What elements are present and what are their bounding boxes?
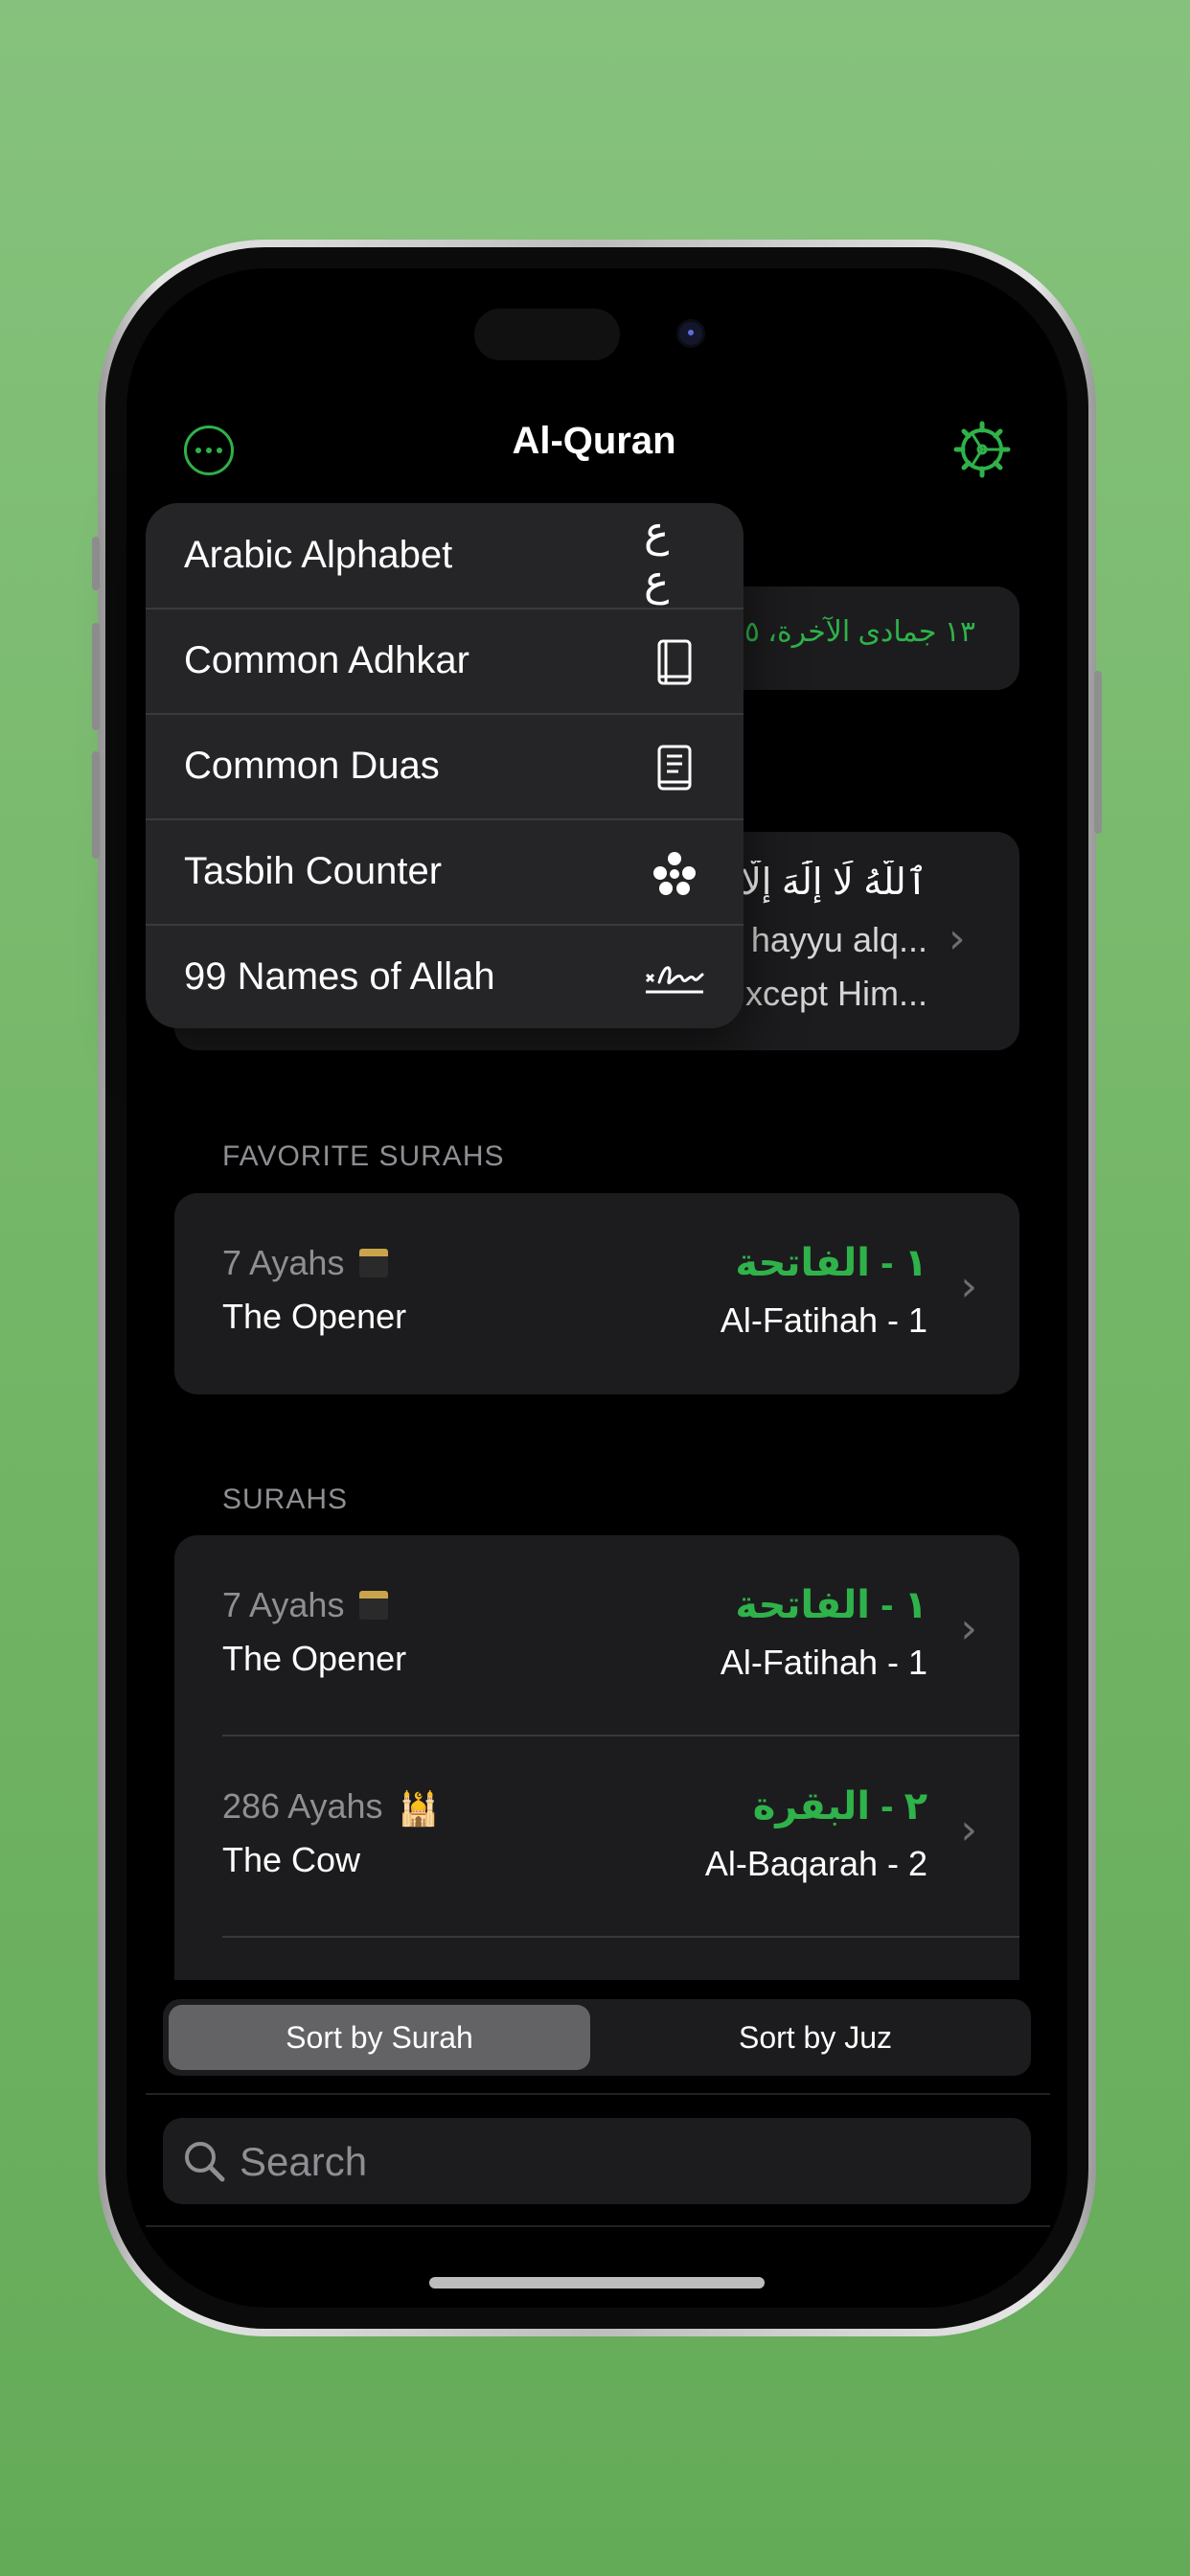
power-button — [1094, 671, 1102, 834]
ayah-count-text: 7 Ayahs — [222, 1585, 345, 1624]
surahs-section-header: SURAHS — [222, 1484, 349, 1515]
search-icon — [185, 2142, 225, 2182]
kaaba-icon — [359, 1591, 389, 1620]
beads-icon — [644, 842, 705, 904]
more-menu-button[interactable] — [184, 426, 234, 475]
chevron-right-icon: › — [960, 1262, 977, 1311]
menu-item-label: Arabic Alphabet — [184, 534, 453, 576]
menu-item-label: Common Duas — [184, 745, 440, 787]
menu-item-arabic-alphabet[interactable]: Arabic Alphabet ع ع — [146, 503, 744, 609]
surah-transliteration: Al-Baqarah - 2 — [704, 1844, 927, 1883]
search-input[interactable] — [238, 2122, 1008, 2202]
surah-row[interactable]: 286 Ayahs 🕌 The Cow ٢ - البقرة Al-Baqarah… — [174, 1736, 1019, 1938]
surah-english-name: The Cow — [222, 1840, 361, 1879]
page-title: Al-Quran — [512, 420, 676, 462]
chevron-right-icon: › — [960, 1806, 977, 1854]
ayah-count: 286 Ayahs 🕌 — [222, 1786, 439, 1828]
menu-item-tasbih-counter[interactable]: Tasbih Counter — [146, 819, 744, 925]
menu-item-common-duas[interactable]: Common Duas — [146, 714, 744, 819]
menu-item-label: Common Adhkar — [184, 639, 469, 681]
volume-up-button — [92, 623, 100, 730]
surah-english-name: The Opener — [222, 1297, 407, 1336]
surah-transliteration: Al-Fatihah - 1 — [720, 1643, 927, 1682]
surahs-list: 7 Ayahs The Opener ١ - الفاتحة Al-Fatiha… — [174, 1535, 1019, 1980]
bottom-divider — [146, 2225, 1050, 2227]
toolbar-divider — [146, 2093, 1050, 2095]
ayah-count-text: 7 Ayahs — [222, 1243, 345, 1282]
surah-arabic-name: ١ - الفاتحة — [735, 1584, 927, 1626]
surah-english-name: The Opener — [222, 1639, 407, 1678]
chevron-right-icon: › — [960, 1604, 977, 1653]
book-pages-icon — [644, 737, 705, 798]
ayah-count: 7 Ayahs — [222, 1585, 389, 1625]
mute-switch — [92, 537, 100, 590]
gear-icon — [953, 421, 1011, 478]
ellipsis-dot — [217, 448, 222, 453]
sort-by-surah-label[interactable]: Sort by Surah — [169, 2020, 590, 2056]
row-separator — [222, 1936, 1019, 1938]
surah-transliteration: Al-Fatihah - 1 — [720, 1300, 927, 1340]
dynamic-island — [474, 309, 620, 360]
more-context-menu: Arabic Alphabet ع ع Common Adhkar Common… — [146, 503, 744, 1028]
surah-row[interactable]: 7 Ayahs The Opener ١ - الفاتحة Al-Fatiha… — [174, 1535, 1019, 1736]
menu-item-99-names[interactable]: 99 Names of Allah — [146, 925, 744, 1028]
menu-item-label: 99 Names of Allah — [184, 955, 495, 998]
ellipsis-dot — [206, 448, 212, 453]
favorites-section-header: FAVORITE SURAHS — [222, 1140, 505, 1172]
camera-lens — [679, 322, 702, 345]
surah-arabic-name: ٢ - البقرة — [752, 1785, 927, 1828]
chevron-right-icon: › — [949, 914, 966, 963]
home-indicator[interactable] — [429, 2277, 765, 2288]
book-icon — [644, 632, 705, 693]
surah-arabic-name: ١ - الفاتحة — [735, 1242, 927, 1284]
favorites-list: 7 Ayahs The Opener ١ - الفاتحة Al-Fatiha… — [174, 1193, 1019, 1394]
favorite-surah-row[interactable]: 7 Ayahs The Opener ١ - الفاتحة Al-Fatiha… — [174, 1193, 1019, 1394]
ayah-count-text: 286 Ayahs — [222, 1786, 383, 1826]
settings-button[interactable] — [952, 420, 1012, 479]
volume-down-button — [92, 751, 100, 859]
sort-by-juz-segment[interactable]: Sort by Juz — [609, 2020, 1021, 2056]
arabic-letters-icon: ع ع — [644, 508, 670, 606]
kaaba-icon — [359, 1249, 389, 1277]
menu-item-label: Tasbih Counter — [184, 850, 443, 892]
ayah-count: 7 Ayahs — [222, 1243, 389, 1283]
ellipsis-circle-icon — [195, 448, 201, 453]
mosque-icon: 🕌 — [398, 1791, 439, 1828]
signature-icon — [644, 948, 705, 1009]
menu-item-common-adhkar[interactable]: Common Adhkar — [146, 609, 744, 714]
